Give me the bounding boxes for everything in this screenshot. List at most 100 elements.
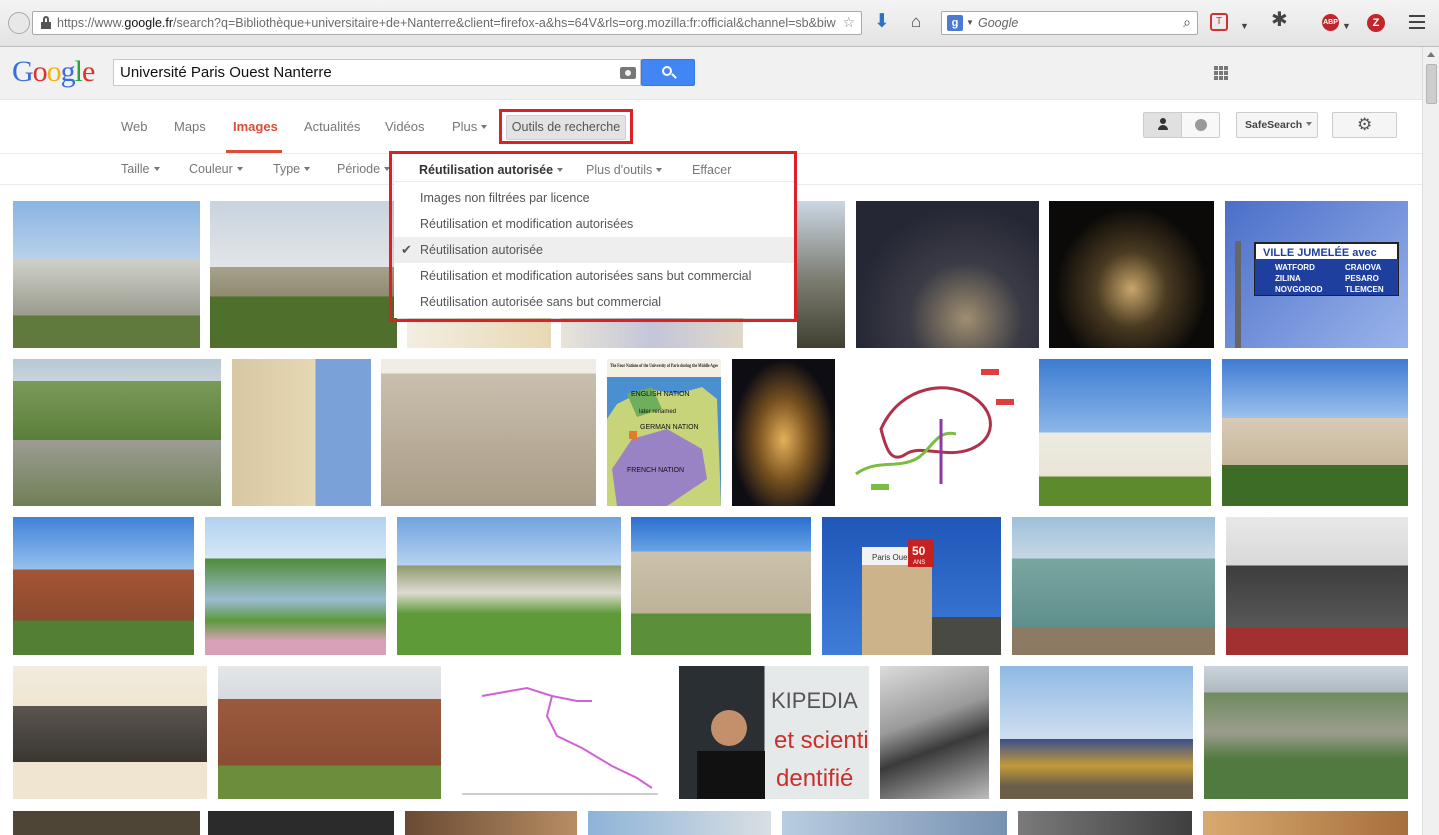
sign-city: WATFORD: [1275, 263, 1315, 272]
image-result[interactable]: [452, 666, 668, 799]
tab-more[interactable]: Plus: [452, 119, 488, 134]
image-result[interactable]: [13, 201, 200, 348]
search-button[interactable]: [641, 59, 695, 86]
personal-results-toggle[interactable]: [1143, 112, 1220, 138]
image-result[interactable]: [797, 201, 845, 348]
image-result[interactable]: [588, 811, 771, 835]
tool-color[interactable]: Couleur: [189, 162, 243, 176]
personal-results-button[interactable]: [1144, 113, 1182, 137]
tool-period-label: Période: [337, 162, 381, 176]
translate-dropdown-icon[interactable]: ▼: [1240, 16, 1249, 36]
slide-text: dentifié: [776, 765, 853, 792]
image-result[interactable]: [1049, 201, 1214, 348]
image-result[interactable]: [208, 811, 394, 835]
image-result[interactable]: KIPEDIA et scientif dentifié: [679, 666, 869, 799]
image-result[interactable]: [880, 666, 989, 799]
transit-map-image: [855, 369, 1014, 490]
image-result[interactable]: Paris Ouest 50 ANS: [822, 517, 1001, 655]
image-result[interactable]: [210, 201, 397, 348]
sign-city: PESARO: [1345, 274, 1379, 283]
image-result[interactable]: [13, 666, 207, 799]
settings-button[interactable]: ⚙: [1332, 112, 1397, 138]
image-result[interactable]: [381, 359, 596, 506]
image-result[interactable]: [631, 517, 811, 655]
zotero-icon[interactable]: Z: [1367, 14, 1385, 32]
image-result[interactable]: [1203, 811, 1408, 835]
image-result[interactable]: [1226, 517, 1408, 655]
map-label: GERMAN NATION: [640, 424, 699, 431]
active-tab-indicator: [226, 150, 282, 153]
person-icon: [1158, 118, 1168, 132]
usage-rights-highlight-box: [389, 151, 797, 322]
browser-search-placeholder[interactable]: Google: [978, 16, 1018, 30]
image-result[interactable]: [1012, 517, 1215, 655]
image-result[interactable]: [782, 811, 1007, 835]
page-scrollbar[interactable]: [1422, 47, 1439, 835]
download-icon[interactable]: ⬇: [874, 12, 890, 32]
image-result[interactable]: [856, 201, 1039, 348]
browser-search-box[interactable]: g ▼ Google ⌕: [941, 11, 1198, 35]
adblock-icon[interactable]: ABP: [1322, 14, 1339, 31]
home-icon[interactable]: ⌂: [911, 12, 921, 32]
url-bar[interactable]: https://www.google.fr/search?q=Bibliothè…: [32, 11, 862, 35]
image-result[interactable]: [13, 811, 200, 835]
sign-city: NOVGOROD: [1275, 285, 1323, 294]
apps-grid-icon[interactable]: [1214, 66, 1229, 81]
tool-type-label: Type: [273, 162, 301, 176]
scroll-up-arrow-icon[interactable]: [1427, 52, 1435, 57]
search-input[interactable]: [113, 59, 641, 86]
image-result[interactable]: [232, 359, 371, 506]
tab-videos[interactable]: Vidéos: [385, 119, 425, 134]
search-icon[interactable]: ⌕: [1183, 14, 1191, 31]
image-result[interactable]: [205, 517, 386, 655]
image-result[interactable]: [846, 359, 1028, 506]
camera-icon[interactable]: [620, 67, 636, 79]
tool-type[interactable]: Type: [273, 162, 311, 176]
google-engine-icon[interactable]: g: [947, 15, 963, 31]
tab-more-label: Plus: [452, 119, 478, 134]
image-result[interactable]: [405, 811, 577, 835]
image-result[interactable]: [732, 359, 835, 506]
image-result[interactable]: [1000, 666, 1193, 799]
engine-dropdown-icon[interactable]: ▼: [966, 18, 974, 27]
tool-size[interactable]: Taille: [121, 162, 160, 176]
map-label: FRENCH NATION: [627, 467, 684, 474]
tab-news[interactable]: Actualités: [304, 119, 360, 134]
tool-color-label: Couleur: [189, 162, 233, 176]
hamburger-menu-icon[interactable]: [1409, 15, 1425, 33]
image-result[interactable]: [397, 517, 621, 655]
image-result[interactable]: [1222, 359, 1408, 506]
image-result[interactable]: [13, 517, 194, 655]
map-label: later renamed: [639, 409, 676, 415]
image-result[interactable]: The Four Nations of the University of Pa…: [607, 359, 721, 506]
sign-city: TLEMCEN: [1345, 285, 1384, 294]
translate-icon[interactable]: T: [1210, 13, 1228, 31]
chevron-down-icon: [1306, 122, 1313, 126]
safesearch-button[interactable]: SafeSearch: [1236, 112, 1318, 138]
tab-web[interactable]: Web: [121, 119, 148, 134]
adblock-dropdown-icon[interactable]: ▼: [1342, 16, 1351, 36]
url-text[interactable]: https://www.google.fr/search?q=Bibliothè…: [57, 16, 847, 30]
image-result[interactable]: [1204, 666, 1408, 799]
lock-icon: [41, 16, 51, 29]
google-logo[interactable]: Google: [12, 55, 95, 89]
chevron-down-icon: [236, 167, 243, 171]
image-result[interactable]: [218, 666, 441, 799]
tool-period[interactable]: Période: [337, 162, 391, 176]
search-tools-button[interactable]: Outils de recherche: [506, 115, 626, 140]
image-result[interactable]: [13, 359, 221, 506]
back-button[interactable]: [8, 12, 30, 34]
scroll-thumb[interactable]: [1426, 64, 1437, 104]
tab-images[interactable]: Images: [233, 119, 278, 134]
globe-icon[interactable]: [1195, 119, 1207, 131]
image-result[interactable]: VILLE JUMELÉE avec WATFORD CRAIOVA ZILIN…: [1225, 201, 1408, 348]
sign-city: CRAIOVA: [1345, 263, 1382, 272]
gear-icon: ⚙: [1357, 115, 1373, 134]
tab-maps[interactable]: Maps: [174, 119, 206, 134]
safesearch-label: SafeSearch: [1245, 119, 1303, 131]
asterisk-icon[interactable]: ✱: [1271, 10, 1288, 30]
image-result[interactable]: [1018, 811, 1192, 835]
building-sign-years: 50: [912, 544, 926, 558]
bookmark-star-icon[interactable]: ☆: [842, 14, 855, 31]
image-result[interactable]: [1039, 359, 1211, 506]
